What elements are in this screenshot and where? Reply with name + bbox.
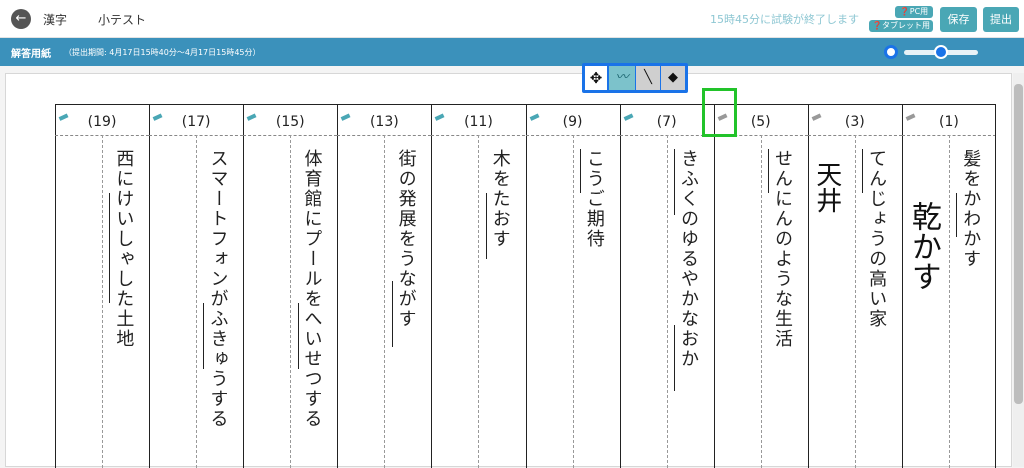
pencil-icon[interactable]	[623, 106, 636, 121]
answer-area[interactable]	[243, 136, 290, 468]
drawing-toolbar: ✥ 〰 ╲ ◆	[582, 63, 688, 93]
reading-underline	[579, 149, 581, 193]
question-number: (19)	[87, 114, 117, 130]
question-text: てんじょうの高い家	[866, 149, 888, 329]
scrollbar-thumb[interactable]	[1014, 84, 1023, 404]
answer-sheet-bar: 解答用紙 （提出期間: 4月17日15時40分〜4月17日15時45分）	[0, 38, 1024, 66]
pencil-icon[interactable]	[434, 106, 447, 121]
reading-underline	[485, 193, 487, 259]
column-divider	[995, 105, 996, 468]
question-text: せんにんのような生活	[772, 149, 794, 349]
handwritten-answer: 乾かす	[905, 201, 941, 291]
arrow-left-icon[interactable]: ←	[11, 9, 31, 29]
pencil-icon[interactable]	[340, 106, 353, 121]
pc-mode-label: PC用	[909, 7, 929, 16]
reading-underline	[297, 303, 299, 369]
question-number: (3)	[844, 114, 865, 130]
pencil-icon[interactable]	[811, 106, 824, 121]
question-number: (13)	[369, 114, 399, 130]
answer-area[interactable]	[902, 136, 949, 468]
zoom-slider-handle[interactable]	[934, 45, 948, 59]
answer-area[interactable]	[714, 136, 761, 468]
reading-underline	[768, 149, 770, 193]
eraser-icon[interactable]: ◆	[661, 66, 685, 90]
reading-underline	[673, 149, 675, 215]
question-text: 街の発展をうながす	[395, 149, 417, 329]
pencil-icon[interactable]	[58, 106, 71, 121]
question-number: (9)	[562, 114, 583, 130]
tablet-mode-button[interactable]: ❓タブレット用	[869, 20, 933, 32]
focus-highlight-box	[702, 88, 737, 137]
line-icon[interactable]: ╲	[636, 66, 660, 90]
answer-area[interactable]	[620, 136, 667, 468]
answer-guide-line	[572, 135, 574, 468]
answer-guide-line	[196, 135, 198, 468]
pencil-icon[interactable]	[152, 106, 165, 121]
answer-guide-line	[102, 135, 104, 468]
answer-area[interactable]	[337, 136, 384, 468]
reading-underline	[391, 281, 393, 347]
answer-guide-line	[760, 135, 762, 468]
answer-guide-line	[854, 135, 856, 468]
zoom-toggle[interactable]	[884, 45, 898, 59]
pencil-icon[interactable]	[529, 106, 542, 121]
question-text: 体育館にプールをへいせつする	[301, 149, 323, 429]
question-number: (17)	[181, 114, 211, 130]
answer-guide-line	[478, 135, 480, 468]
answer-area[interactable]	[431, 136, 478, 468]
reading-underline	[956, 193, 958, 237]
question-number: (15)	[275, 114, 305, 130]
reading-underline	[109, 193, 111, 303]
reading-underline	[673, 325, 675, 391]
tablet-mode-label: タブレット用	[881, 21, 930, 30]
answer-area[interactable]	[149, 136, 196, 468]
top-bar: ← 漢字 小テスト 15時45分に試験が終了します ❓PC用 ❓タブレット用 保…	[0, 0, 1024, 38]
question-text: 木をたおす	[489, 149, 511, 249]
question-text: 髪をかわかす	[960, 149, 982, 269]
pencil-icon[interactable]	[246, 106, 259, 121]
question-number: (7)	[656, 114, 677, 130]
submission-period: （提出期間: 4月17日15時40分〜4月17日15時45分）	[64, 48, 261, 57]
answer-guide-line	[948, 135, 950, 468]
question-number: (11)	[464, 114, 493, 130]
answer-guide-line	[384, 135, 386, 468]
answer-guide-line	[666, 135, 668, 468]
question-number: (1)	[939, 114, 959, 130]
subject-label: 漢字	[43, 13, 68, 27]
pc-mode-button[interactable]: ❓PC用	[895, 6, 933, 18]
question-text: きふくのゆるやかなおか	[677, 149, 699, 369]
question-text: 西にけいしゃした土地	[113, 149, 135, 349]
pen-icon[interactable]: 〰	[609, 66, 635, 90]
answer-sheet-title: 解答用紙	[11, 49, 51, 60]
submit-button[interactable]: 提出	[983, 7, 1019, 32]
pencil-icon[interactable]	[905, 106, 918, 121]
answer-grid: (19) 西にけいしゃした土地 (17) スマートフォンがふきゅうする (15) 体育館に…	[55, 104, 996, 468]
test-name: 小テスト	[98, 13, 147, 27]
end-time-notice: 15時45分に試験が終了します	[710, 13, 859, 26]
save-button[interactable]: 保存	[940, 7, 977, 32]
question-text: こうご期待	[583, 149, 605, 249]
move-icon[interactable]: ✥	[585, 66, 607, 90]
reading-underline	[862, 149, 864, 193]
answer-area[interactable]	[526, 136, 573, 468]
question-text: スマートフォンがふきゅうする	[207, 149, 229, 429]
handwritten-answer: 天井	[811, 161, 842, 213]
reading-underline	[203, 303, 205, 369]
answer-area[interactable]	[55, 136, 102, 468]
answer-guide-line	[290, 135, 292, 468]
